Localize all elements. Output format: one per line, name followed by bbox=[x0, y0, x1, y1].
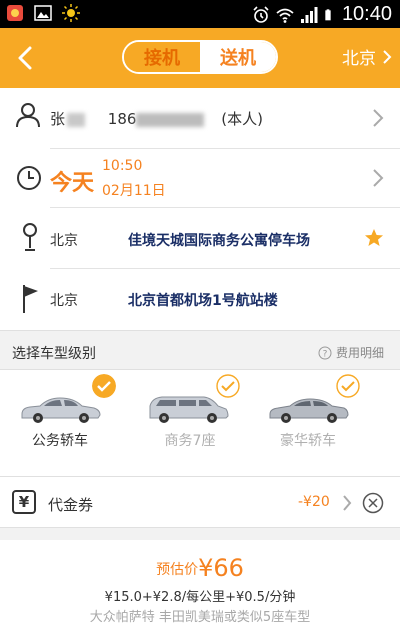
chevron-right-icon bbox=[373, 169, 384, 187]
star-favorite-icon[interactable] bbox=[364, 228, 384, 248]
redacted-phone bbox=[136, 112, 205, 127]
wifi-icon bbox=[276, 8, 294, 23]
coupon-label: 代金券 bbox=[48, 496, 94, 514]
signal-icon bbox=[300, 6, 318, 23]
car-type-selector: 公务轿车 商务7座 豪华轿车 bbox=[0, 370, 400, 476]
city-label: 北京 bbox=[342, 49, 376, 69]
app-notification-icon bbox=[7, 5, 23, 21]
departure-date: 02月11日 bbox=[102, 183, 166, 199]
redacted-name bbox=[67, 112, 86, 127]
pickup-city: 北京 bbox=[50, 233, 78, 249]
estimate-price: ¥66 bbox=[198, 554, 244, 582]
coupon-row[interactable]: ¥ 代金券 -¥20 bbox=[0, 476, 400, 528]
chevron-right-icon bbox=[343, 495, 352, 511]
status-left bbox=[6, 4, 80, 22]
tab-pickup[interactable]: 接机 bbox=[124, 42, 200, 72]
car-option-luxury-sedan[interactable]: 豪华轿车 bbox=[264, 370, 384, 474]
status-right: 10:40 bbox=[252, 3, 392, 26]
alarm-icon bbox=[253, 5, 269, 23]
sedan-car-icon bbox=[21, 397, 101, 423]
person-icon bbox=[16, 103, 40, 128]
status-bar: 10:40 bbox=[0, 0, 400, 28]
pickup-place: 佳境天城国际商务公寓停车场 bbox=[128, 233, 310, 249]
car-option-business-7-seat[interactable]: 商务7座 bbox=[140, 370, 260, 474]
app-header: 接机 送机 北京 bbox=[0, 28, 400, 88]
back-arrow-icon[interactable] bbox=[8, 40, 44, 76]
minivan-car-icon bbox=[149, 396, 229, 423]
tab-dropoff[interactable]: 送机 bbox=[200, 42, 276, 72]
chevron-right-icon bbox=[373, 109, 384, 127]
close-circle-icon[interactable] bbox=[362, 492, 384, 514]
help-icon: ? bbox=[318, 346, 332, 359]
estimate-panel: 预估价¥66 ¥15.0+¥2.8/每公里+¥0.5/分钟 大众帕萨特 丰田凯美… bbox=[0, 540, 400, 627]
self-tag: (本人) bbox=[221, 110, 263, 128]
car-section-header: 选择车型级别 ? 费用明细 bbox=[0, 330, 400, 370]
coupon-yen-icon: ¥ bbox=[12, 490, 36, 514]
dropoff-place: 北京首都机场1号航站楼 bbox=[128, 293, 278, 309]
coupon-value: -¥20 bbox=[298, 494, 330, 510]
dropoff-location-row[interactable]: 北京 北京首都机场1号航站楼 bbox=[0, 269, 400, 330]
departure-day: 今天 bbox=[50, 171, 95, 196]
estimate-line: 预估价¥66 bbox=[0, 554, 400, 582]
fee-detail-label: 费用明细 bbox=[335, 346, 384, 360]
estimate-label: 预估价 bbox=[156, 562, 199, 578]
passenger-info: 张 186 (本人) bbox=[50, 108, 263, 129]
pickup-dropoff-toggle: 接机 送机 bbox=[122, 40, 278, 74]
city-selector[interactable]: 北京 bbox=[342, 44, 392, 69]
car-option-label: 豪华轿车 bbox=[280, 433, 336, 449]
car-option-label: 公务轿车 bbox=[32, 433, 88, 449]
battery-icon bbox=[325, 8, 331, 20]
pickup-location-row[interactable]: 北京 佳境天城国际商务公寓停车场 bbox=[0, 208, 400, 268]
clock-icon bbox=[17, 166, 41, 190]
passenger-phone: 186 bbox=[107, 110, 137, 128]
passenger-name: 张 bbox=[50, 110, 66, 128]
car-option-label: 商务7座 bbox=[164, 433, 216, 449]
departure-time: 10:50 bbox=[102, 158, 143, 174]
fare-formula: ¥15.0+¥2.8/每公里+¥0.5/分钟 bbox=[104, 590, 296, 605]
weather-sun-icon bbox=[62, 4, 80, 22]
svg-text:?: ? bbox=[323, 349, 328, 359]
luxury-car-icon bbox=[269, 398, 349, 423]
chevron-right-icon bbox=[383, 49, 392, 64]
location-pin-icon bbox=[23, 223, 37, 251]
passenger-row[interactable]: 张 186 (本人) bbox=[0, 88, 400, 148]
fee-detail-link[interactable]: ? 费用明细 bbox=[318, 344, 384, 361]
flag-icon bbox=[23, 285, 38, 313]
car-option-official-sedan[interactable]: 公务轿车 bbox=[0, 370, 120, 474]
gallery-icon bbox=[34, 5, 52, 21]
clock-time: 10:40 bbox=[341, 3, 392, 25]
departure-time-row[interactable]: 今天 10:50 02月11日 bbox=[0, 149, 400, 207]
car-models: 大众帕萨特 丰田凯美瑞或类似5座车型 bbox=[89, 610, 311, 625]
dropoff-city: 北京 bbox=[50, 293, 78, 309]
car-section-title: 选择车型级别 bbox=[12, 346, 96, 362]
